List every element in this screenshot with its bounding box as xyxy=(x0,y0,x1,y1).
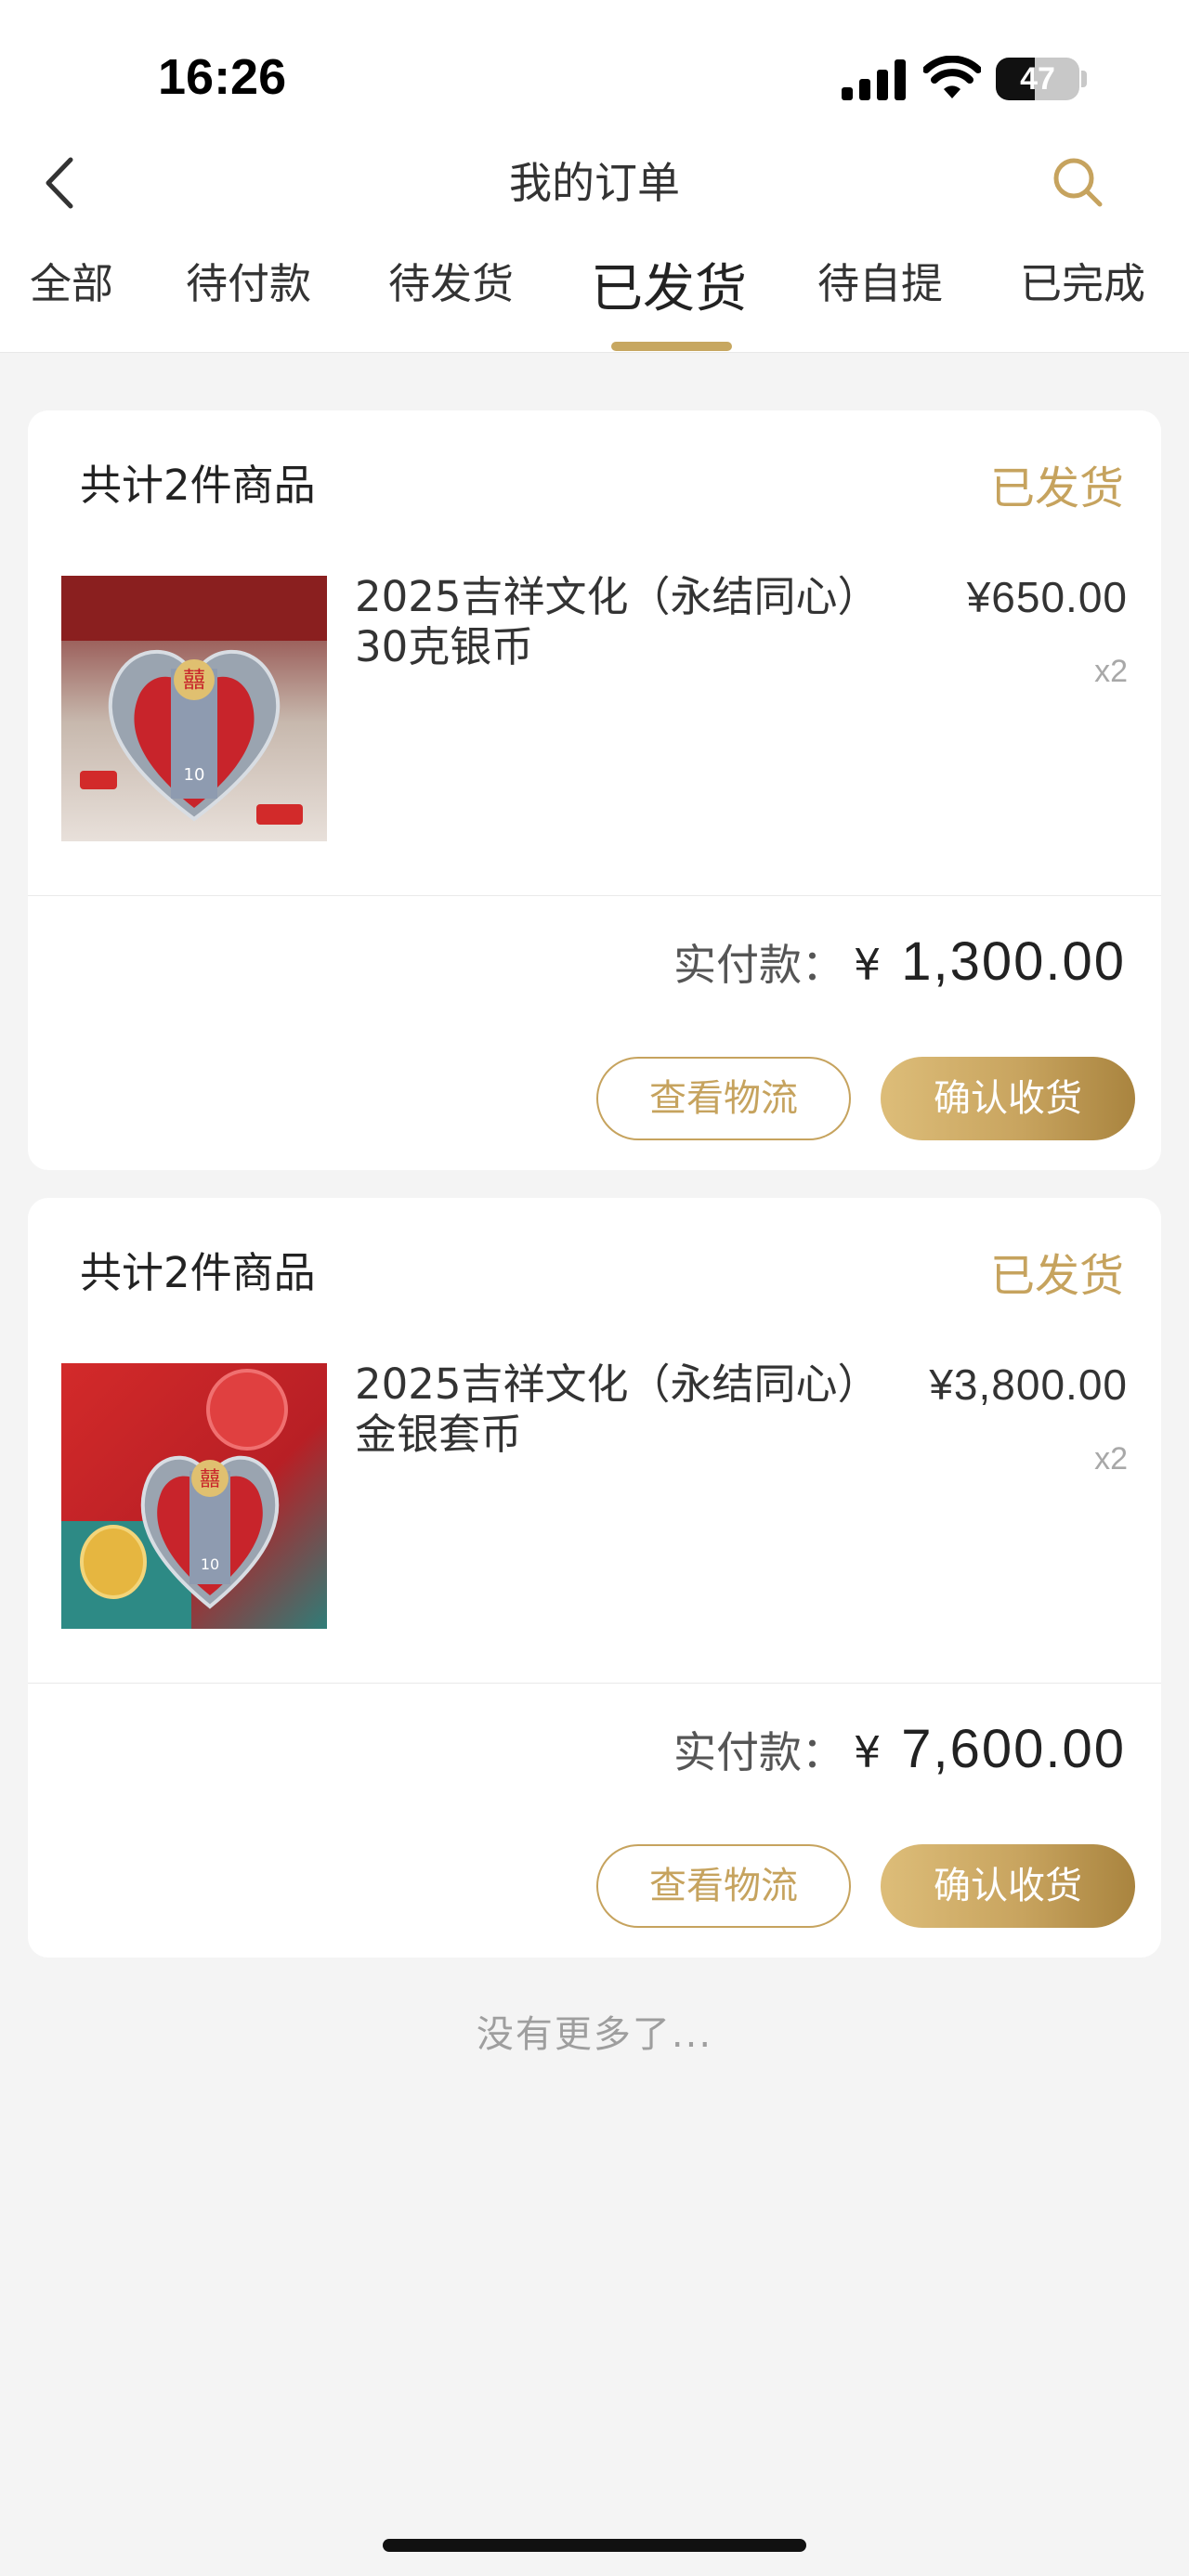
wifi-icon xyxy=(923,56,981,98)
svg-text:10: 10 xyxy=(184,765,205,785)
svg-text:囍: 囍 xyxy=(183,667,205,693)
page-title: 我的订单 xyxy=(509,158,680,208)
signal-icon xyxy=(842,59,906,100)
active-tab-indicator xyxy=(611,342,732,351)
product-name[interactable]: 2025吉祥文化（永结同心）金银套币 xyxy=(355,1360,875,1460)
order-item-count: 共计2件商品 xyxy=(80,461,316,510)
no-more-text: 没有更多了... xyxy=(476,2013,713,2056)
view-logistics-button[interactable]: 查看物流 xyxy=(596,1844,851,1928)
product-price: ¥3,800.00 xyxy=(929,1360,1128,1409)
product-price: ¥650.00 xyxy=(966,573,1128,621)
svg-text:10: 10 xyxy=(201,1555,219,1573)
product-quantity: x2 xyxy=(1094,654,1128,689)
product-image[interactable]: 囍 10 xyxy=(61,576,327,841)
product-name[interactable]: 2025吉祥文化（永结同心）30克银币 xyxy=(355,572,875,672)
paid-total-row: 实付款： ¥ 7,600.00 xyxy=(673,1718,1126,1780)
paid-label: 实付款： xyxy=(673,940,844,990)
paid-amount: 7,600.00 xyxy=(901,1719,1126,1779)
status-bar: 16:26 47 xyxy=(0,0,1189,139)
card-divider xyxy=(28,895,1161,896)
order-card[interactable]: 共计2件商品 已发货 囍 10 2025吉祥文化（永结同心）金银套币 ¥3,80… xyxy=(28,1198,1161,1958)
order-status: 已发货 xyxy=(989,462,1124,514)
status-time: 16:26 xyxy=(158,49,287,105)
paid-currency: ¥ xyxy=(853,940,882,990)
search-icon[interactable] xyxy=(1050,154,1105,210)
card-divider xyxy=(28,1683,1161,1684)
svg-text:囍: 囍 xyxy=(200,1468,220,1491)
order-card[interactable]: 共计2件商品 已发货 囍 10 2025吉祥文化（永结同心）30克银币 ¥650… xyxy=(28,410,1161,1170)
battery-icon: 47 xyxy=(996,58,1087,100)
paid-amount: 1,300.00 xyxy=(901,931,1126,992)
header: 我的订单 全部 待付款 待发货 已发货 待自提 已完成 xyxy=(0,139,1189,353)
tab-completed[interactable]: 已完成 xyxy=(1020,247,1145,321)
paid-label: 实付款： xyxy=(673,1727,844,1777)
view-logistics-button[interactable]: 查看物流 xyxy=(596,1057,851,1140)
tab-bar: 全部 待付款 待发货 已发货 待自提 已完成 xyxy=(0,243,1189,353)
tab-all[interactable]: 全部 xyxy=(30,247,113,321)
product-image[interactable]: 囍 10 xyxy=(61,1363,327,1629)
product-quantity: x2 xyxy=(1094,1441,1128,1477)
paid-total-row: 实付款： ¥ 1,300.00 xyxy=(673,930,1126,993)
battery-percent: 47 xyxy=(1020,61,1055,97)
confirm-receipt-button[interactable]: 确认收货 xyxy=(881,1057,1135,1140)
tab-pending-shipment[interactable]: 待发货 xyxy=(388,247,514,321)
tab-pending-payment[interactable]: 待付款 xyxy=(186,247,311,321)
tab-pending-pickup[interactable]: 待自提 xyxy=(817,247,943,321)
tab-shipped[interactable]: 已发货 xyxy=(591,253,747,327)
order-item-count: 共计2件商品 xyxy=(80,1248,316,1297)
home-indicator[interactable] xyxy=(383,2539,806,2552)
paid-currency: ¥ xyxy=(853,1727,882,1777)
confirm-receipt-button[interactable]: 确认收货 xyxy=(881,1844,1135,1928)
order-status: 已发货 xyxy=(989,1250,1124,1302)
